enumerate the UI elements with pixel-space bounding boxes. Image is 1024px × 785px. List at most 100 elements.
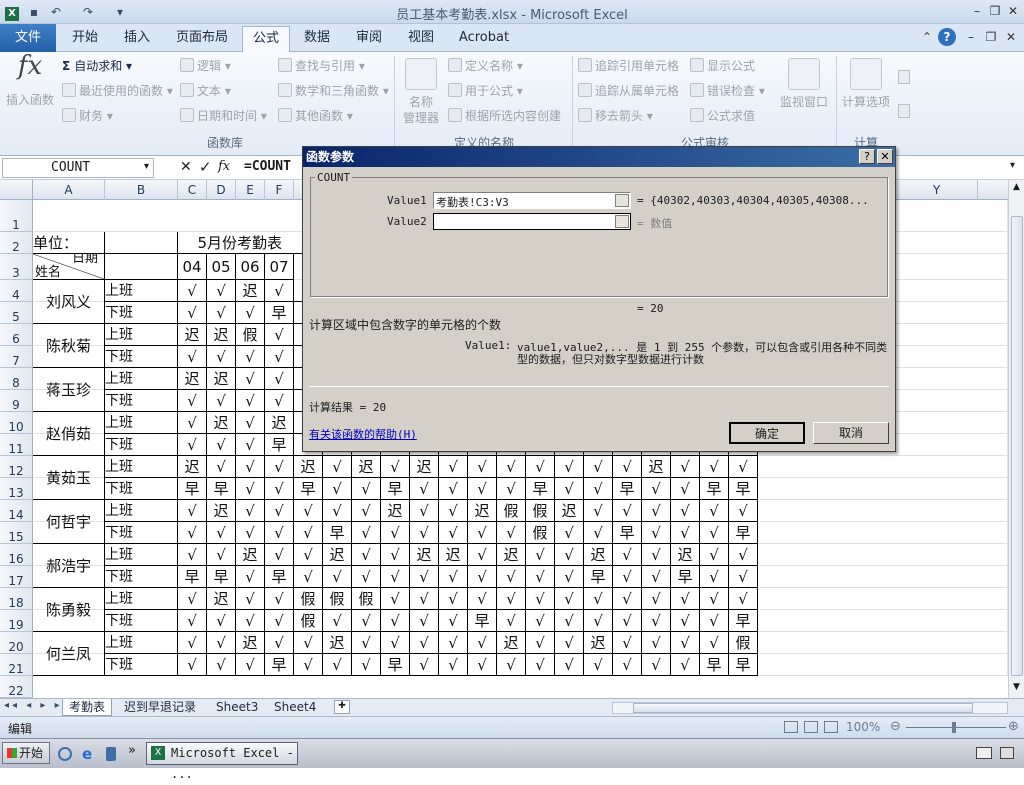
attendance-cell[interactable]: 早 xyxy=(729,654,758,676)
attendance-cell[interactable]: √ xyxy=(497,654,526,676)
keyboard-icon[interactable] xyxy=(976,747,992,759)
row-header[interactable]: 8 xyxy=(0,368,33,390)
attendance-cell[interactable]: √ xyxy=(236,500,265,522)
attendance-cell[interactable]: 早 xyxy=(613,478,642,500)
attendance-cell[interactable]: √ xyxy=(352,654,381,676)
cancel-formula-icon[interactable]: ✕ xyxy=(180,159,192,175)
attendance-cell[interactable]: √ xyxy=(207,522,236,544)
attendance-cell[interactable]: 迟 xyxy=(294,456,323,478)
attendance-cell[interactable]: √ xyxy=(700,610,729,632)
attendance-cell[interactable]: 假 xyxy=(294,610,323,632)
attendance-cell[interactable]: 假 xyxy=(526,522,555,544)
attendance-cell[interactable]: √ xyxy=(294,544,323,566)
attendance-cell[interactable]: √ xyxy=(439,654,468,676)
excel-taskbar-button[interactable]: X Microsoft Excel - ... xyxy=(146,742,298,781)
attendance-cell[interactable]: √ xyxy=(642,654,671,676)
name-manager-button[interactable]: 名称 管理器 xyxy=(400,58,442,126)
attendance-cell[interactable]: 假 xyxy=(236,324,265,346)
row-header[interactable]: 20 xyxy=(0,632,33,654)
attendance-cell[interactable]: √ xyxy=(410,478,439,500)
desktop-icon[interactable] xyxy=(58,747,72,761)
attendance-cell[interactable]: √ xyxy=(381,632,410,654)
attendance-cell[interactable]: √ xyxy=(178,654,207,676)
other-functions-button[interactable]: 其他函数 ▾ xyxy=(278,106,353,126)
zoom-in-icon[interactable]: ⊕ xyxy=(1008,719,1019,734)
attendance-cell[interactable]: 迟 xyxy=(381,500,410,522)
select-all-corner[interactable] xyxy=(0,180,33,200)
attendance-cell[interactable]: 迟 xyxy=(323,544,352,566)
tab-formulas[interactable]: 公式 xyxy=(242,26,290,53)
attendance-cell[interactable]: √ xyxy=(236,566,265,588)
attendance-cell[interactable]: √ xyxy=(468,566,497,588)
row-header[interactable]: 1 xyxy=(0,200,33,232)
attendance-cell[interactable]: √ xyxy=(178,412,207,434)
attendance-cell[interactable]: √ xyxy=(671,478,700,500)
row-header[interactable]: 13 xyxy=(0,478,33,500)
attendance-cell[interactable]: √ xyxy=(497,610,526,632)
ok-button[interactable]: 确定 xyxy=(729,422,805,444)
attendance-cell[interactable]: √ xyxy=(352,478,381,500)
recent-functions-button[interactable]: 最近使用的函数 ▾ xyxy=(62,81,173,101)
attendance-cell[interactable]: √ xyxy=(294,654,323,676)
attendance-cell[interactable]: √ xyxy=(352,500,381,522)
attendance-cell[interactable]: √ xyxy=(468,632,497,654)
attendance-cell[interactable]: √ xyxy=(265,610,294,632)
tab-review[interactable]: 审阅 xyxy=(348,26,390,52)
logical-button[interactable]: 逻辑 ▾ xyxy=(180,56,231,76)
attendance-cell[interactable]: 迟 xyxy=(468,500,497,522)
attendance-cell[interactable]: 早 xyxy=(294,478,323,500)
attendance-cell[interactable]: √ xyxy=(468,456,497,478)
attendance-cell[interactable]: √ xyxy=(352,566,381,588)
attendance-cell[interactable]: √ xyxy=(468,544,497,566)
attendance-cell[interactable]: 假 xyxy=(323,588,352,610)
attendance-cell[interactable]: 迟 xyxy=(410,456,439,478)
attendance-cell[interactable]: √ xyxy=(642,478,671,500)
attendance-cell[interactable]: 早 xyxy=(526,478,555,500)
attendance-cell[interactable]: √ xyxy=(613,632,642,654)
col-header-b[interactable]: B xyxy=(105,180,178,200)
attendance-cell[interactable]: √ xyxy=(410,500,439,522)
normal-view-icon[interactable] xyxy=(784,721,798,733)
attendance-cell[interactable]: √ xyxy=(555,544,584,566)
attendance-cell[interactable]: √ xyxy=(671,522,700,544)
attendance-cell[interactable]: 迟 xyxy=(671,544,700,566)
autosum-button[interactable]: Σ 自动求和 ▾ xyxy=(62,56,132,76)
attendance-cell[interactable]: √ xyxy=(584,610,613,632)
use-in-formula-button[interactable]: 用于公式 ▾ xyxy=(448,81,523,101)
confirm-formula-icon[interactable]: ✓ xyxy=(199,158,212,176)
attendance-cell[interactable]: 早 xyxy=(729,610,758,632)
tab-file[interactable]: 文件 xyxy=(0,24,56,52)
row-header[interactable]: 10 xyxy=(0,412,33,434)
attendance-cell[interactable]: √ xyxy=(642,544,671,566)
value2-input[interactable] xyxy=(433,213,631,230)
attendance-cell[interactable]: √ xyxy=(178,302,207,324)
attendance-cell[interactable]: √ xyxy=(700,566,729,588)
collapse-dialog-icon[interactable] xyxy=(615,194,629,207)
attendance-cell[interactable]: √ xyxy=(555,610,584,632)
doc-close-icon[interactable]: ✕ xyxy=(1002,28,1020,46)
attendance-cell[interactable]: 早 xyxy=(323,522,352,544)
value1-input[interactable]: 考勤表!C3:V3 xyxy=(433,192,631,209)
attendance-cell[interactable]: √ xyxy=(410,566,439,588)
attendance-cell[interactable]: √ xyxy=(236,456,265,478)
attendance-cell[interactable]: 迟 xyxy=(352,456,381,478)
attendance-cell[interactable]: √ xyxy=(265,522,294,544)
attendance-cell[interactable]: √ xyxy=(178,610,207,632)
attendance-cell[interactable]: 假 xyxy=(497,500,526,522)
attendance-cell[interactable]: √ xyxy=(410,522,439,544)
scroll-down-icon[interactable]: ▼ xyxy=(1010,682,1023,696)
row-header[interactable]: 22 xyxy=(0,676,33,698)
attendance-cell[interactable]: √ xyxy=(526,566,555,588)
attendance-cell[interactable]: 早 xyxy=(729,522,758,544)
attendance-cell[interactable]: √ xyxy=(700,522,729,544)
dialog-help-button[interactable]: ? xyxy=(859,149,875,164)
attendance-cell[interactable]: 早 xyxy=(381,478,410,500)
attendance-cell[interactable]: 迟 xyxy=(178,368,207,390)
attendance-cell[interactable]: 早 xyxy=(265,302,294,324)
attendance-cell[interactable]: √ xyxy=(555,456,584,478)
row-header[interactable]: 19 xyxy=(0,610,33,632)
attendance-cell[interactable]: √ xyxy=(178,544,207,566)
datetime-button[interactable]: 日期和时间 ▾ xyxy=(180,106,267,126)
attendance-cell[interactable]: 迟 xyxy=(207,500,236,522)
attendance-cell[interactable]: √ xyxy=(294,500,323,522)
